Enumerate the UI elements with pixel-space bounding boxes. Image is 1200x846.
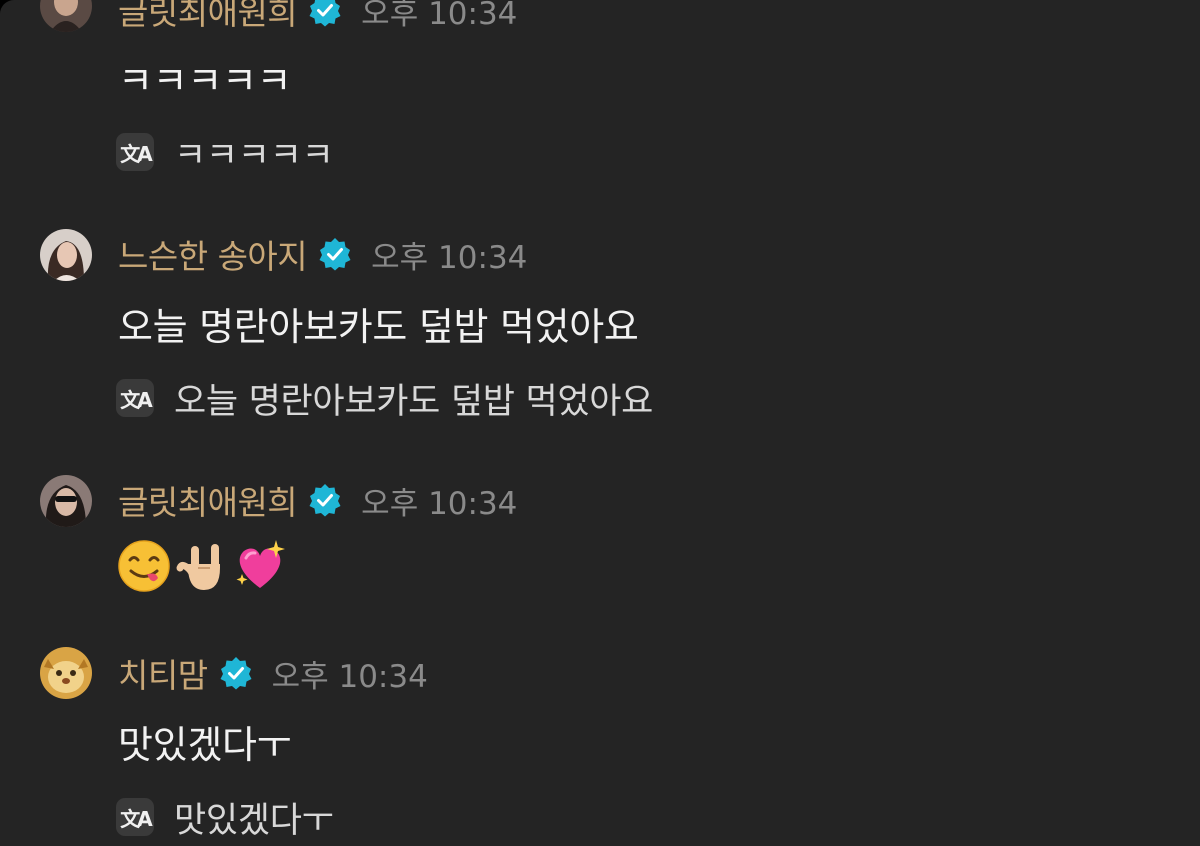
verified-badge-icon [307,482,343,518]
timestamp: 오후 10:34 [271,658,428,695]
translate-icon[interactable]: 文A [116,133,154,171]
verified-badge-icon [218,655,254,691]
username[interactable]: 느슨한 송아지 [118,230,308,278]
verified-badge-icon [307,0,343,28]
timestamp: 오후 10:34 [361,0,518,32]
translation-row: 文A 오늘 명란아보카도 덮밥 먹었아요 [116,376,653,422]
verified-badge-icon [317,236,353,272]
message-header: 치티맘 오후 10:34 [118,653,428,695]
translated-text: ㅋㅋㅋㅋㅋ [174,135,334,176]
emoji-message [116,538,288,594]
translation-row: 文A ㅋㅋㅋㅋㅋ [116,130,334,176]
message-header: 느슨한 송아지 오후 10:34 [118,234,528,276]
avatar[interactable] [40,229,92,281]
message-header: 글릿최애원희 오후 10:34 [118,480,518,522]
translated-text: 맛있겠다ㅜ [174,800,334,841]
username[interactable]: 글릿최애원희 [118,476,298,524]
username[interactable]: 치티맘 [118,649,208,697]
avatar[interactable] [40,647,92,699]
translate-icon[interactable]: 文A [116,798,154,836]
translate-icon[interactable]: 文A [116,379,154,417]
chat-screen: 글릿최애원희 오후 10:34 ㅋㅋㅋㅋㅋ 文A ㅋㅋㅋㅋㅋ 느슨한 송아지 오… [0,0,1200,846]
message-text: 맛있겠다ㅜ [118,723,292,767]
rock-on-hand-emoji-icon [174,538,230,594]
message-text: ㅋㅋㅋㅋㅋ [118,59,292,103]
translation-row: 文A 맛있겠다ㅜ [116,795,334,841]
message-text: 오늘 명란아보카도 덮밥 먹었아요 [118,305,639,349]
timestamp: 오후 10:34 [371,239,528,276]
timestamp: 오후 10:34 [361,485,518,522]
avatar[interactable] [40,0,92,32]
message-header: 글릿최애원희 오후 10:34 [118,0,518,32]
translated-text: 오늘 명란아보카도 덮밥 먹었아요 [174,381,654,422]
avatar[interactable] [40,475,92,527]
username[interactable]: 글릿최애원희 [118,0,298,34]
sparkling-heart-emoji-icon [232,538,288,594]
yum-face-emoji-icon [116,538,172,594]
